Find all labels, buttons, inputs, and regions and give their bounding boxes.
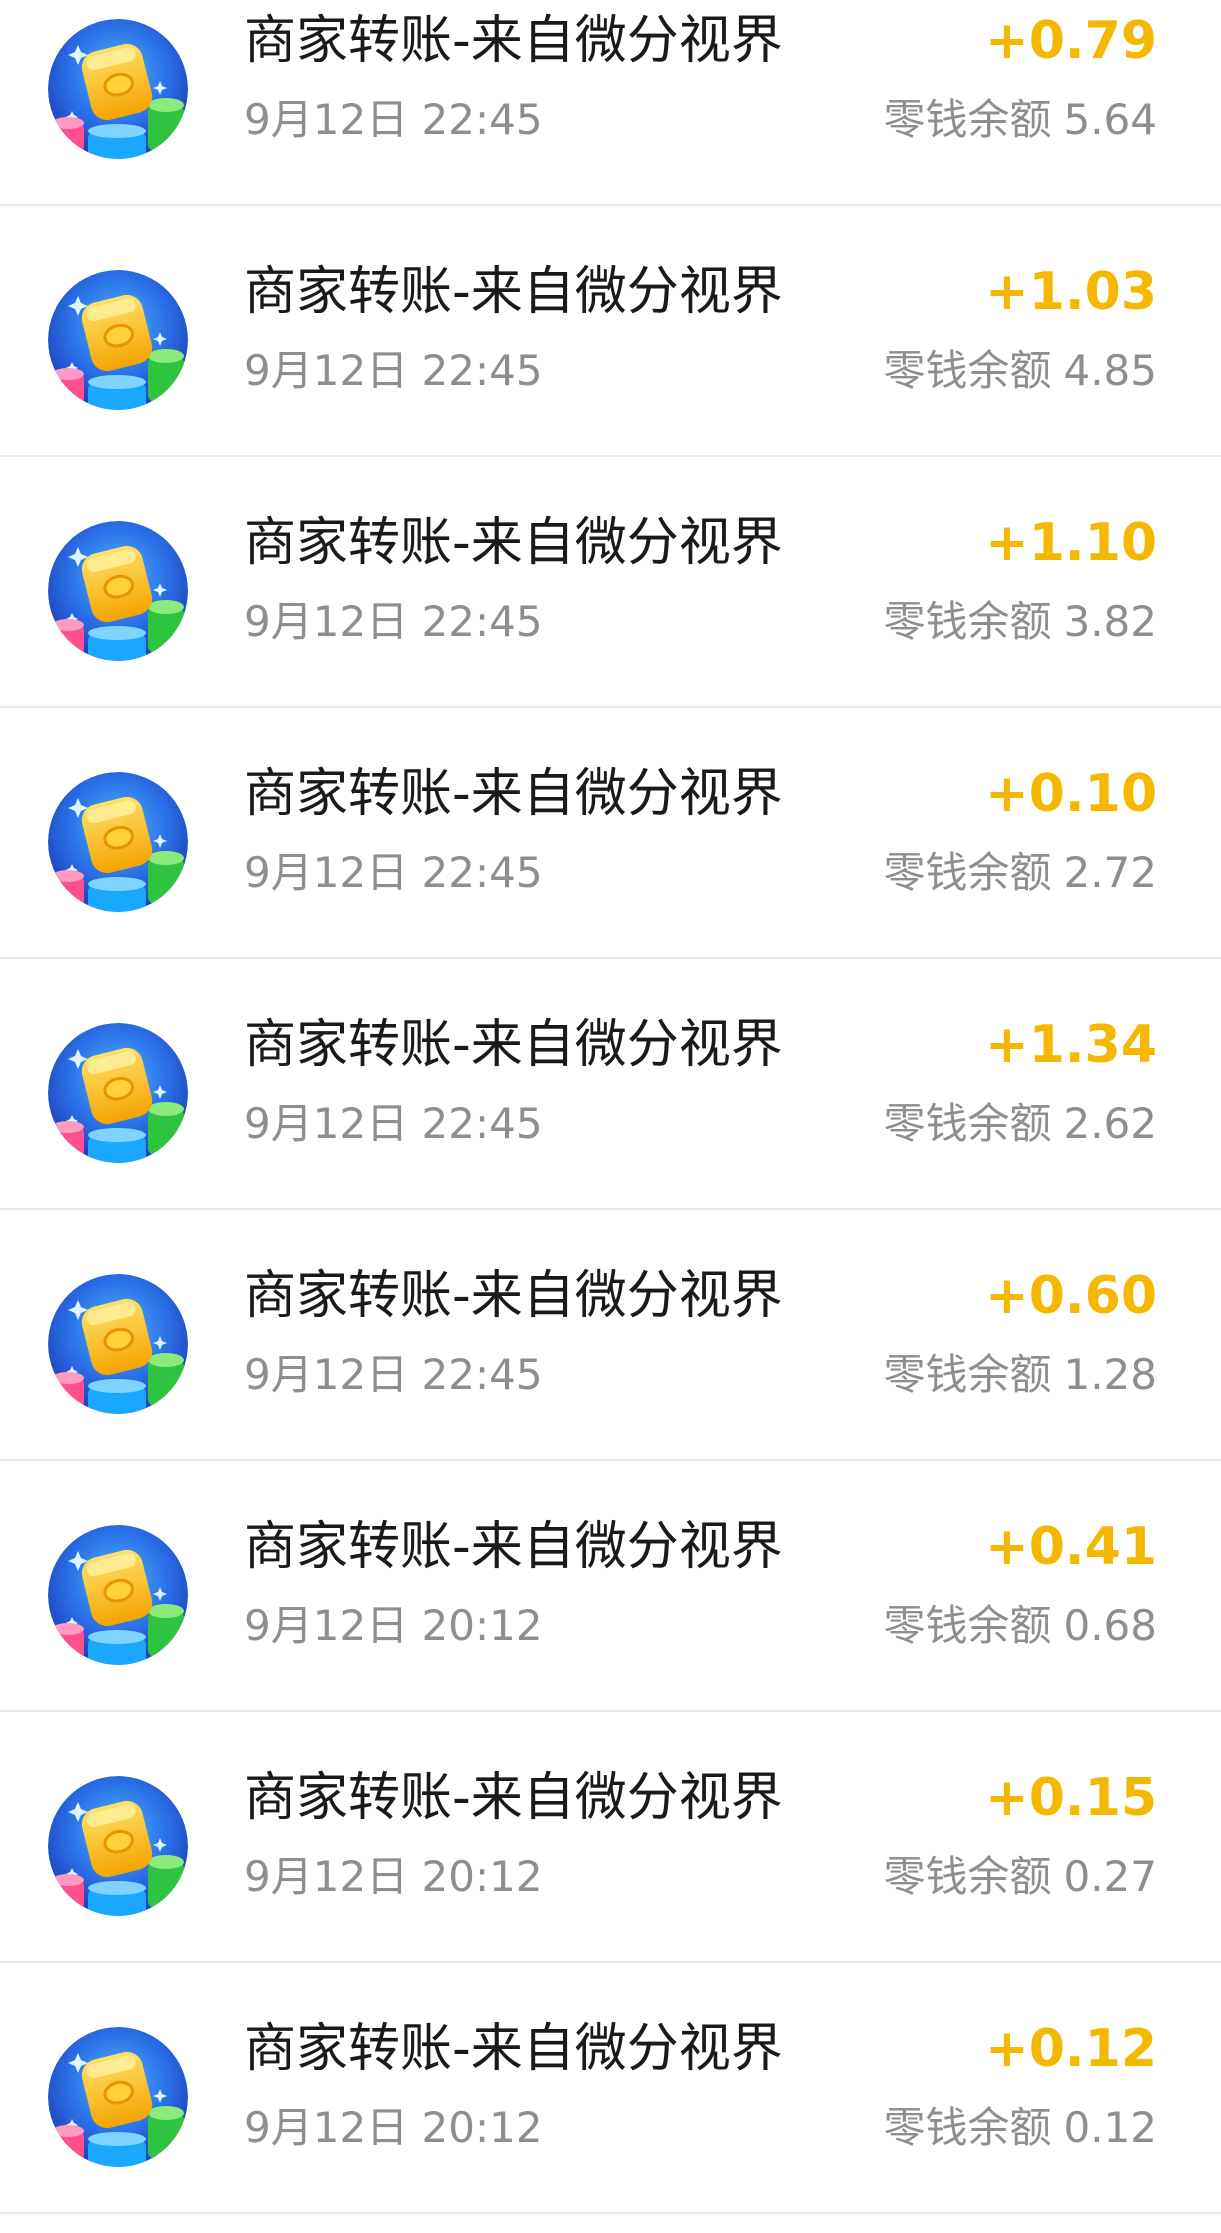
wallet-balance-label: 零钱余额 [883,1601,1052,1650]
transaction-time: 9月12日 22:45 [244,1350,543,1399]
transaction-row[interactable]: 商家转账-来自微分视界 9月12日 20:12 +0.15 零钱余额 0.27 [0,1712,1221,1963]
wallet-balance: 零钱余额 1.28 [883,1350,1157,1400]
wallet-balance: 零钱余额 2.72 [883,848,1157,898]
transaction-row[interactable]: 商家转账-来自微分视界 9月12日 22:45 +1.03 零钱余额 4.85 [0,206,1221,457]
transaction-amount: +0.41 [985,1517,1157,1577]
transaction-time: 9月12日 22:45 [244,95,543,144]
transaction-row[interactable]: 商家转账-来自微分视界 9月12日 20:12 +0.12 零钱余额 0.12 [0,1963,1221,2214]
wallet-balance-value: 2.62 [1063,1099,1157,1148]
wallet-balance-label: 零钱余额 [883,1350,1052,1399]
wallet-balance: 零钱余额 0.68 [883,1601,1157,1651]
transaction-title: 商家转账-来自微分视界 [244,1768,783,1828]
merchant-app-icon [48,1274,188,1414]
transaction-amount: +0.60 [985,1266,1157,1326]
transaction-time: 9月12日 20:12 [244,1852,543,1901]
wallet-balance: 零钱余额 3.82 [883,597,1157,647]
transaction-row[interactable]: 商家转账-来自微分视界 9月12日 22:45 +0.10 零钱余额 2.72 [0,708,1221,959]
wallet-balance-value: 4.85 [1063,346,1157,395]
wallet-balance: 零钱余额 0.12 [883,2103,1157,2153]
transaction-title: 商家转账-来自微分视界 [244,1517,783,1577]
wallet-balance-value: 1.28 [1063,1350,1157,1399]
merchant-app-icon [48,1776,188,1916]
merchant-app-icon [48,1023,188,1163]
transaction-time: 9月12日 22:45 [244,848,543,897]
wallet-balance-value: 0.27 [1063,1852,1157,1901]
transaction-row[interactable]: 商家转账-来自微分视界 9月12日 22:45 +1.10 零钱余额 3.82 [0,457,1221,708]
transaction-amount: +1.03 [985,262,1157,322]
wallet-balance: 零钱余额 0.27 [883,1852,1157,1902]
merchant-app-icon [48,1525,188,1665]
transaction-title: 商家转账-来自微分视界 [244,513,783,573]
wallet-balance-label: 零钱余额 [883,1099,1052,1148]
transaction-amount: +0.15 [985,1768,1157,1828]
wallet-balance-value: 0.68 [1063,1601,1157,1650]
transaction-time: 9月12日 22:45 [244,1099,543,1148]
transaction-amount: +1.10 [985,513,1157,573]
transaction-amount: +0.79 [985,11,1157,71]
transaction-amount: +1.34 [985,1015,1157,1075]
transaction-title: 商家转账-来自微分视界 [244,1015,783,1075]
merchant-app-icon [48,521,188,661]
transaction-row[interactable]: 商家转账-来自微分视界 9月12日 22:45 +0.79 零钱余额 5.64 [0,0,1221,206]
transaction-title: 商家转账-来自微分视界 [244,11,783,71]
wallet-balance-label: 零钱余额 [883,95,1052,144]
wallet-balance: 零钱余额 2.62 [883,1099,1157,1149]
transaction-row[interactable]: 商家转账-来自微分视界 9月12日 22:45 +0.60 零钱余额 1.28 [0,1210,1221,1461]
transaction-amount: +0.10 [985,764,1157,824]
transaction-list: 商家转账-来自微分视界 9月12日 22:45 +0.79 零钱余额5.64 [0,0,1221,2233]
transaction-row[interactable]: 商家转账-来自微分视界 9月12日 22:45 +1.34 零钱余额 2.62 [0,959,1221,1210]
merchant-app-icon [48,270,188,410]
wallet-balance-label: 零钱余额 [883,1852,1052,1901]
wallet-balance-value: 3.82 [1063,597,1157,646]
merchant-app-icon [48,772,188,912]
transaction-title: 商家转账-来自微分视界 [244,262,783,322]
transaction-title: 商家转账-来自微分视界 [244,2019,783,2079]
wallet-balance-value: 0.12 [1063,2103,1157,2152]
wallet-balance-label: 零钱余额 [883,2103,1052,2152]
wallet-balance-label: 零钱余额 [883,848,1052,897]
merchant-app-icon [48,2027,188,2167]
transaction-time: 9月12日 20:12 [244,2103,543,2152]
transaction-title: 商家转账-来自微分视界 [244,1266,783,1326]
transaction-time: 9月12日 20:12 [244,1601,543,1650]
wallet-balance: 零钱余额 4.85 [883,346,1157,396]
wallet-balance: 零钱余额 5.64 [883,95,1157,145]
transaction-row[interactable]: 商家转账-来自微分视界 9月12日 20:12 +0.41 零钱余额 0.68 [0,1461,1221,1712]
wallet-balance-label: 零钱余额 [883,597,1052,646]
transaction-title: 商家转账-来自微分视界 [244,764,783,824]
transaction-amount: +0.12 [985,2019,1157,2079]
transaction-time: 9月12日 22:45 [244,597,543,646]
wallet-balance-value: 2.72 [1063,848,1157,897]
wallet-balance-value: 5.64 [1063,95,1157,144]
wallet-balance-label: 零钱余额 [883,346,1052,395]
transaction-time: 9月12日 22:45 [244,346,543,395]
merchant-app-icon [48,19,188,159]
